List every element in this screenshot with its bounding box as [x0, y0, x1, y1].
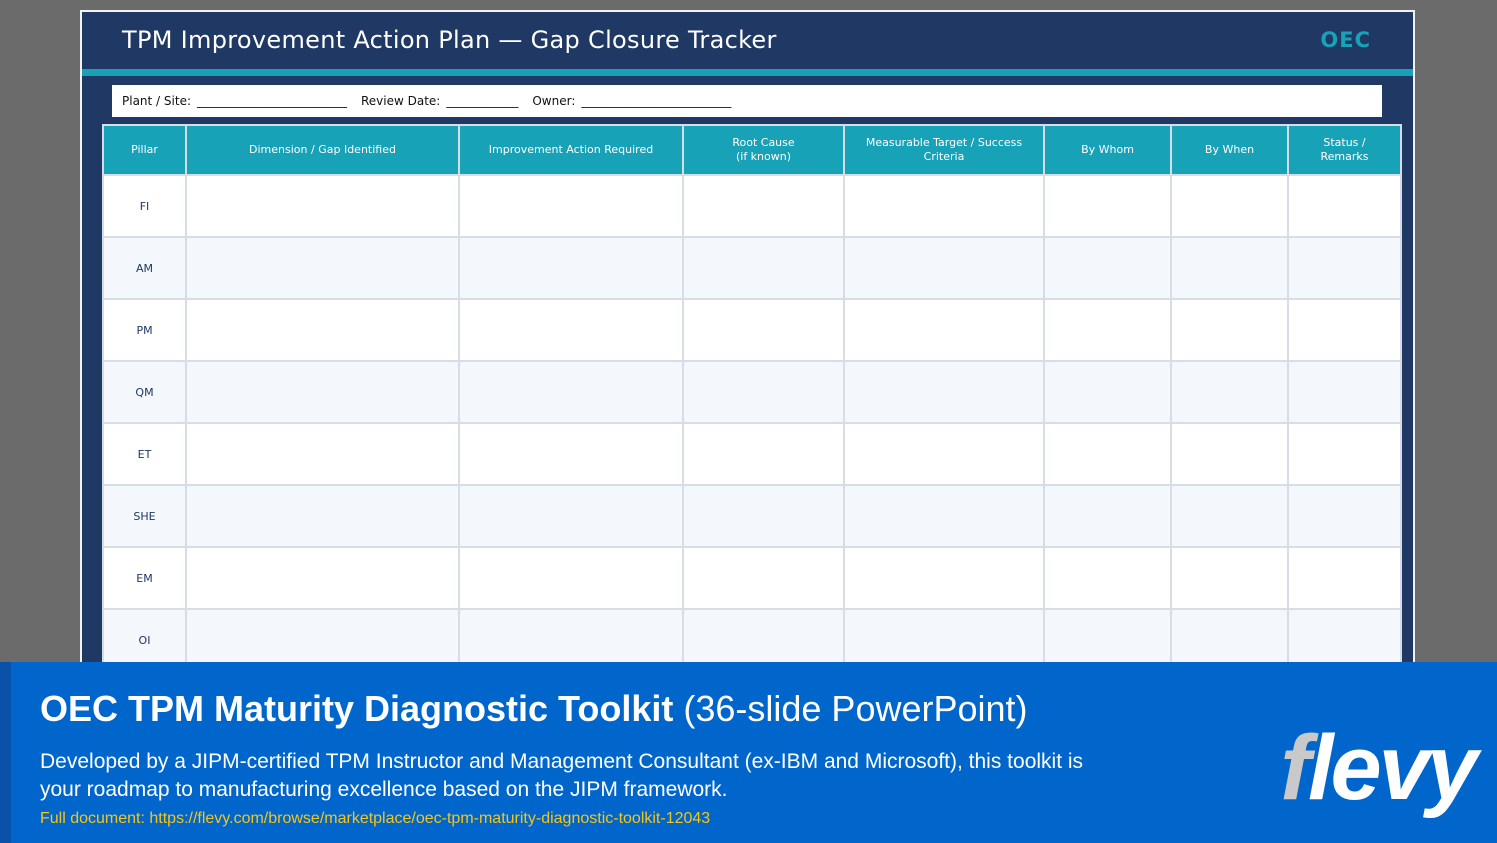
entry-cell[interactable] [185, 546, 460, 610]
entry-cell[interactable] [185, 174, 460, 238]
plant-site-blank: _________________________ [197, 94, 347, 108]
entry-cell[interactable] [1170, 484, 1289, 548]
footer-description: Developed by a JIPM-certified TPM Instru… [40, 750, 1084, 801]
review-date-blank: ____________ [446, 94, 519, 108]
pillar-cell: QM [102, 360, 187, 424]
entry-cell[interactable] [682, 484, 845, 548]
entry-cell[interactable] [843, 298, 1045, 362]
pillar-cell: EM [102, 546, 187, 610]
full-document-link[interactable]: Full document: https://flevy.com/browse/… [40, 810, 710, 828]
meta-bar: Plant / Site: _________________________ R… [112, 85, 1382, 117]
entry-cell[interactable] [458, 422, 684, 486]
entry-cell[interactable] [843, 360, 1045, 424]
entry-cell[interactable] [458, 298, 684, 362]
plant-site-label: Plant / Site: [122, 94, 191, 108]
footer-title: OEC TPM Maturity Diagnostic Toolkit (36-… [40, 688, 1028, 730]
entry-cell[interactable] [843, 236, 1045, 300]
table-row: FI [102, 174, 1402, 238]
entry-cell[interactable] [1043, 298, 1172, 362]
entry-cell[interactable] [682, 546, 845, 610]
entry-cell[interactable] [843, 422, 1045, 486]
entry-cell[interactable] [458, 236, 684, 300]
entry-cell[interactable] [1287, 174, 1402, 238]
entry-cell[interactable] [1043, 546, 1172, 610]
owner-blank: _________________________ [581, 94, 732, 108]
entry-cell[interactable] [1043, 422, 1172, 486]
entry-cell[interactable] [1170, 236, 1289, 300]
table-row: SHE [102, 484, 1402, 548]
entry-cell[interactable] [1170, 546, 1289, 610]
pillar-cell: ET [102, 422, 187, 486]
owner-field[interactable]: Owner: _________________________ [532, 94, 731, 108]
entry-cell[interactable] [1287, 360, 1402, 424]
entry-cell[interactable] [1170, 422, 1289, 486]
footer-title-sub: (36-slide PowerPoint) [683, 688, 1028, 729]
pillar-cell: AM [102, 236, 187, 300]
flevy-logo[interactable]: flevy [1280, 722, 1478, 814]
entry-cell[interactable] [1287, 546, 1402, 610]
entry-cell[interactable] [185, 298, 460, 362]
column-header: By When [1170, 124, 1289, 176]
footer-title-main: OEC TPM Maturity Diagnostic Toolkit [40, 688, 674, 729]
entry-cell[interactable] [682, 236, 845, 300]
entry-cell[interactable] [843, 484, 1045, 548]
plant-site-field[interactable]: Plant / Site: _________________________ [122, 94, 347, 108]
entry-cell[interactable] [185, 484, 460, 548]
column-header: Dimension / Gap Identified [185, 124, 460, 176]
entry-cell[interactable] [1287, 422, 1402, 486]
entry-cell[interactable] [1043, 360, 1172, 424]
entry-cell[interactable] [1043, 236, 1172, 300]
entry-cell[interactable] [682, 174, 845, 238]
entry-cell[interactable] [1170, 174, 1289, 238]
review-date-field[interactable]: Review Date: ____________ [361, 94, 518, 108]
gap-closure-table: Pillar Dimension / Gap Identified Improvem… [102, 124, 1402, 672]
column-header: Root Cause (if known) [682, 124, 845, 176]
entry-cell[interactable] [1170, 298, 1289, 362]
footer-banner: OEC TPM Maturity Diagnostic Toolkit (36-… [0, 662, 1497, 843]
slide: TPM Improvement Action Plan — Gap Closur… [80, 10, 1415, 672]
table-row: ET [102, 422, 1402, 486]
column-header: Status / Remarks [1287, 124, 1402, 176]
entry-cell[interactable] [843, 546, 1045, 610]
column-header: By Whom [1043, 124, 1172, 176]
entry-cell[interactable] [185, 236, 460, 300]
entry-cell[interactable] [682, 360, 845, 424]
entry-cell[interactable] [1287, 484, 1402, 548]
table-row: QM [102, 360, 1402, 424]
column-header: Measurable Target / Success Criteria [843, 124, 1045, 176]
table-row: PM [102, 298, 1402, 362]
entry-cell[interactable] [185, 360, 460, 424]
entry-cell[interactable] [458, 484, 684, 548]
table-row: EM [102, 546, 1402, 610]
entry-cell[interactable] [458, 546, 684, 610]
slide-title: TPM Improvement Action Plan — Gap Closur… [122, 26, 777, 54]
entry-cell[interactable] [1043, 174, 1172, 238]
accent-divider [82, 69, 1413, 76]
entry-cell[interactable] [1170, 360, 1289, 424]
entry-cell[interactable] [1287, 236, 1402, 300]
pillar-cell: PM [102, 298, 187, 362]
brand-label: OEC [1320, 28, 1371, 52]
review-date-label: Review Date: [361, 94, 441, 108]
entry-cell[interactable] [458, 174, 684, 238]
column-header: Pillar [102, 124, 187, 176]
pillar-cell: SHE [102, 484, 187, 548]
footer-edge [0, 662, 11, 843]
entry-cell[interactable] [682, 422, 845, 486]
owner-label: Owner: [532, 94, 576, 108]
entry-cell[interactable] [185, 422, 460, 486]
entry-cell[interactable] [1043, 484, 1172, 548]
pillar-cell: FI [102, 174, 187, 238]
column-header: Improvement Action Required [458, 124, 684, 176]
entry-cell[interactable] [1287, 298, 1402, 362]
entry-cell[interactable] [682, 298, 845, 362]
table-header-row: Pillar Dimension / Gap Identified Improvem… [102, 124, 1402, 176]
table-body: FI AM PM QM ET SHE EM OI [102, 174, 1402, 672]
entry-cell[interactable] [843, 174, 1045, 238]
entry-cell[interactable] [458, 360, 684, 424]
table-row: AM [102, 236, 1402, 300]
